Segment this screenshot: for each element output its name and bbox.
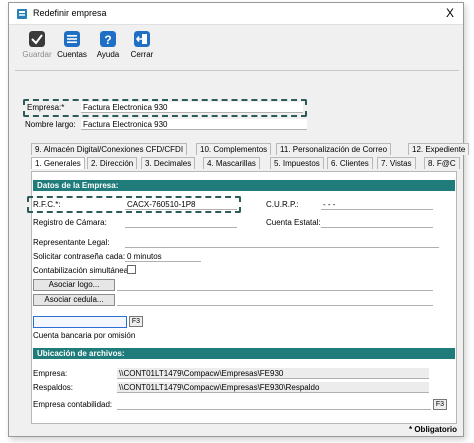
svg-text:?: ? [104,33,111,47]
close-icon[interactable]: X [443,6,457,20]
tab-expediente[interactable]: 12. Expediente [408,143,470,155]
asociar-cedula-button[interactable]: Asociar cedula... [33,294,115,306]
tab-vistas[interactable]: 7. Vistas [377,157,416,169]
cuenta-estatal-field[interactable] [321,217,433,228]
datos-empresa-header: Datos de la Empresa: [33,180,455,191]
empresa-contabilidad-label: Empresa contabilidad: [33,400,113,409]
redefinir-empresa-window: Redefinir empresa X Guardar Cuentas ? Ay… [8,2,470,437]
tab-personalizacion-correo[interactable]: 11. Personalización de Correo [276,143,392,155]
ayuda-label: Ayuda [96,50,120,59]
cuenta-bancaria-f3-button[interactable]: F3 [129,316,143,327]
tab-clientes[interactable]: 6. Clientes [327,157,373,169]
empresa-field[interactable]: Factura Electronica 930 [81,102,303,113]
logo-path-field[interactable] [117,280,433,291]
tab-direccion[interactable]: 2. Dirección [87,157,138,169]
contabilizacion-label: Contabilización simultánea: [33,266,131,275]
title-bar: Redefinir empresa X [9,3,463,25]
list-icon [64,31,80,47]
cuenta-bancaria-label: Cuenta bancaria por omisión [33,331,136,340]
solicitar-contrasena-label: Solicitar contraseña cada: [33,252,126,261]
representante-legal-field[interactable] [125,237,439,248]
obligatorio-note: * Obligatorio [409,425,457,434]
cuenta-estatal-label: Cuenta Estatal: [266,218,321,227]
cuentas-button[interactable]: Cuentas [55,31,89,59]
app-icon [17,9,27,19]
tab-impuestos[interactable]: 5. Impuestos [270,157,324,169]
save-check-icon [29,31,45,47]
help-icon: ? [100,31,116,47]
rfc-label: R.F.C.*: [33,200,61,209]
curp-label: C.U.R.P.: [266,200,299,209]
cedula-path-field[interactable] [117,295,433,306]
ayuda-button[interactable]: ? Ayuda [93,31,123,59]
registro-camara-field[interactable] [125,217,237,228]
ubicacion-archivos-header: Ubicación de archivos: [33,348,455,359]
solicitar-contrasena-field[interactable]: 0 minutos [125,251,201,262]
toolbar: Guardar Cuentas ? Ayuda Cerrar [15,27,459,71]
asociar-logo-button[interactable]: Asociar logo... [33,279,115,291]
nombre-largo-field[interactable]: Factura Electronica 930 [81,119,307,130]
nombre-largo-label: Nombre largo: [25,120,76,129]
representante-legal-label: Representante Legal: [33,238,110,247]
empresa-label: Empresa:* [27,103,65,112]
tab-almacen-digital[interactable]: 9. Almacén Digital/Conexiones CFD/CFDI [31,143,188,155]
tab-complementos[interactable]: 10. Complementos [196,143,272,155]
tab-fac[interactable]: 8. F@C [424,157,460,169]
window-title: Redefinir empresa [33,8,107,18]
rfc-field[interactable]: CACX-760510-1P8 [125,199,237,210]
cuenta-bancaria-field[interactable] [33,316,127,328]
respaldos-label: Respaldos: [33,383,74,392]
cerrar-label: Cerrar [130,50,154,59]
respaldos-field: \\CONT01LT1479\Compacw\Empresas\FE930\Re… [117,382,429,393]
contabilizacion-checkbox[interactable] [127,265,136,274]
tab-generales[interactable]: 1. Generales [31,157,85,169]
registro-camara-label: Registro de Cámara: [33,218,107,227]
cerrar-button[interactable]: Cerrar [127,31,157,59]
exit-icon [134,31,150,47]
cuentas-label: Cuentas [57,50,87,59]
curp-field[interactable]: - - - [321,199,433,210]
empresa-contabilidad-f3-button[interactable]: F3 [433,399,447,410]
guardar-button[interactable]: Guardar [21,31,53,59]
tab-mascarillas[interactable]: 4. Mascarillas [203,157,260,169]
empresa-contabilidad-field[interactable] [117,399,431,410]
ubicacion-empresa-label: Empresa: [33,369,68,378]
tab-decimales[interactable]: 3. Decimales [141,157,196,169]
guardar-label: Guardar [22,50,52,59]
ubicacion-empresa-field: \\CONT01LT1479\Compacw\Empresas\FE930 [117,368,429,379]
